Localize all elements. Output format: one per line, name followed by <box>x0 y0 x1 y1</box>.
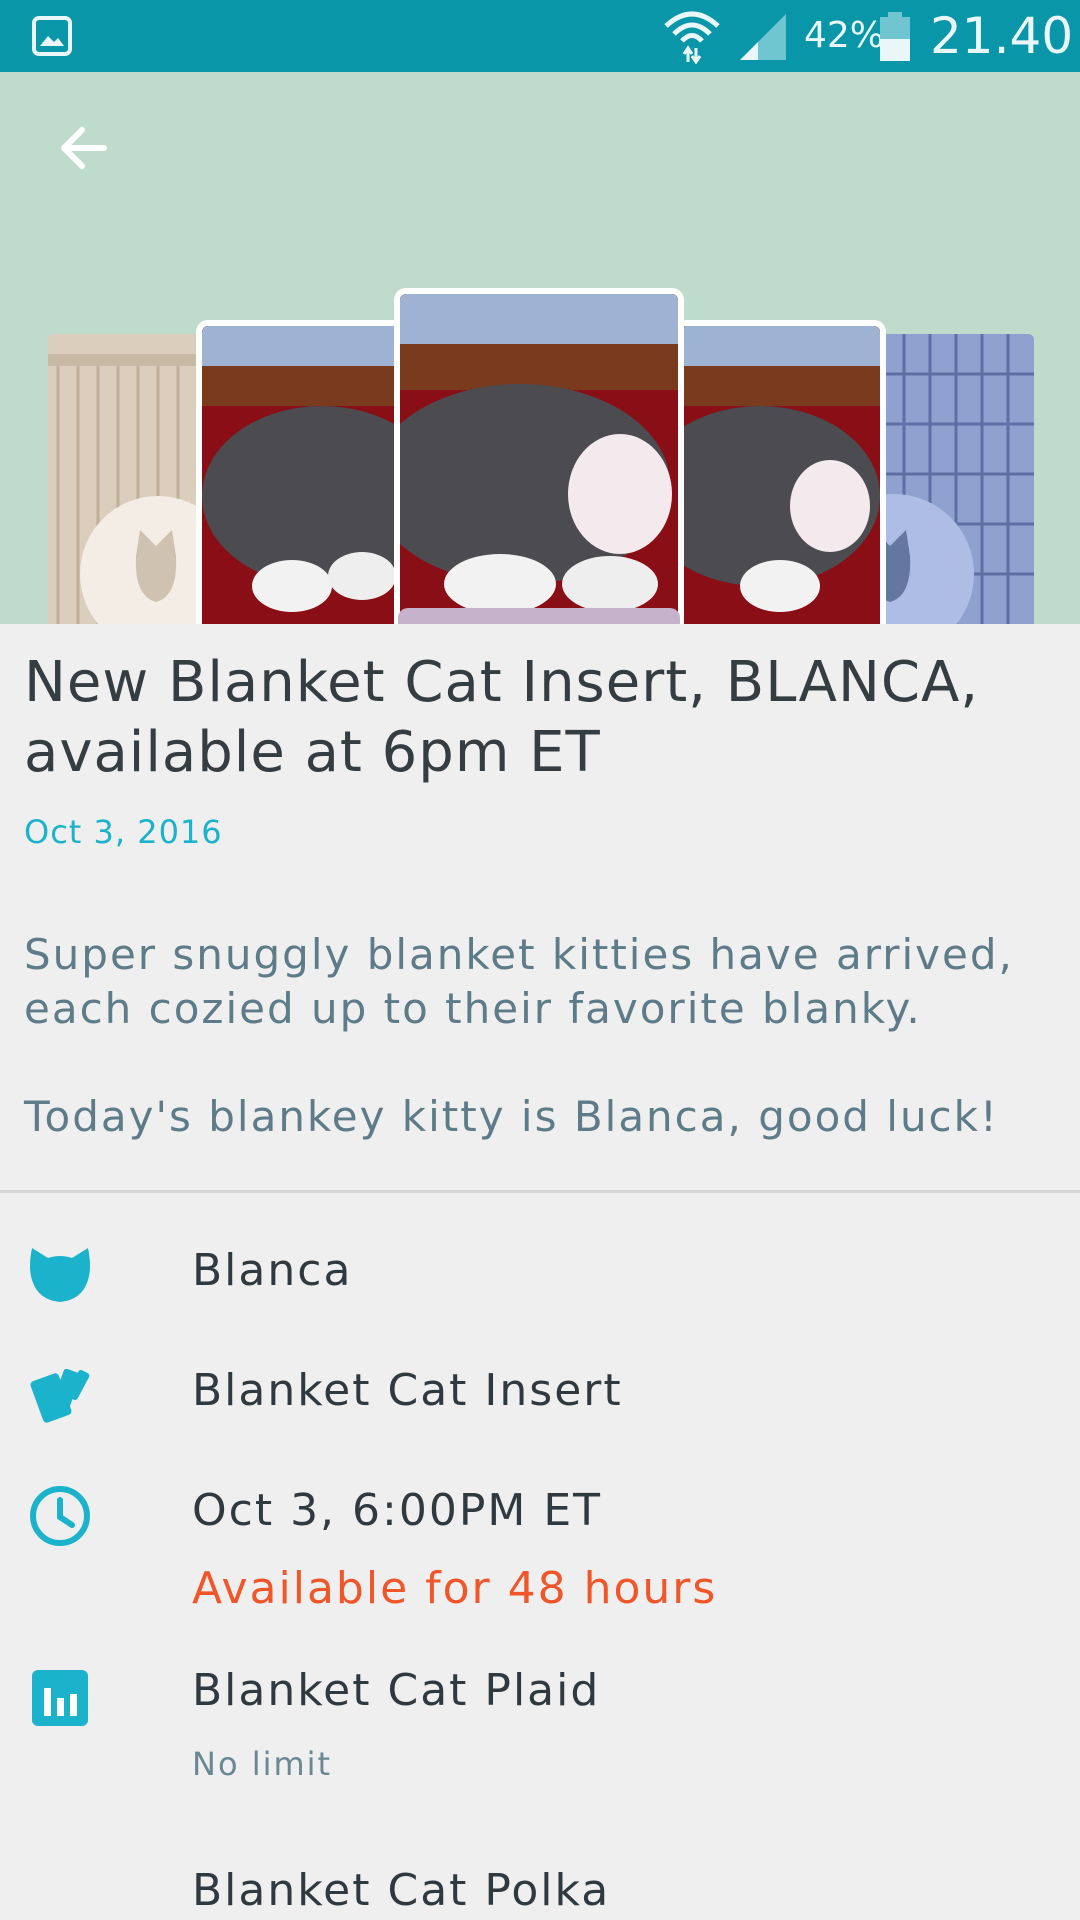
gallery-icon <box>32 16 72 56</box>
plaid-limit: No limit <box>192 1745 333 1783</box>
plaid-name: Blanket Cat Plaid <box>192 1665 601 1716</box>
polka-name: Blanket Cat Polka <box>192 1865 611 1916</box>
product-card-blue <box>864 334 1034 624</box>
cat-photo-image-center <box>400 294 678 624</box>
knit-pattern-image <box>48 334 220 624</box>
item-type: Blanket Cat Insert <box>192 1365 623 1416</box>
post-description: Super snuggly blanket kitties have arriv… <box>24 930 1014 1033</box>
back-arrow-icon[interactable] <box>48 112 120 184</box>
knit-pattern-image-blue <box>864 334 1034 624</box>
product-card-beige <box>48 334 220 624</box>
header-hero <box>0 72 1080 624</box>
cat-icon <box>30 1248 90 1302</box>
divider <box>0 1190 1080 1193</box>
post-description-2: Today's blankey kitty is Blanca, good lu… <box>24 1092 999 1141</box>
cat-photo-image-right <box>680 326 880 624</box>
cat-photo-image <box>202 326 400 624</box>
clock-icon <box>30 1486 90 1546</box>
clock: 21.40 <box>930 7 1074 65</box>
post-date: Oct 3, 2016 <box>24 813 223 851</box>
status-bar: 42% 21.40 <box>0 0 1080 72</box>
wifi-icon <box>664 11 720 64</box>
availability-text: Available for 48 hours <box>192 1563 718 1614</box>
signal-icon <box>740 14 786 60</box>
battery-percent: 42% <box>804 15 885 56</box>
center-card-tab <box>398 608 680 624</box>
screen: 42% 21.40 New Blanket Cat Insert, BLANCA… <box>0 0 1080 1920</box>
product-photo-right <box>674 320 886 624</box>
cat-name: Blanca <box>192 1245 353 1296</box>
post-title: New Blanket Cat Insert, BLANCA, availabl… <box>24 650 980 785</box>
product-photo-center[interactable] <box>394 288 684 624</box>
battery-icon <box>880 12 910 61</box>
stats-icon <box>32 1670 88 1726</box>
cards-icon <box>30 1368 90 1423</box>
product-photo-left <box>196 320 406 624</box>
release-time: Oct 3, 6:00PM ET <box>192 1485 602 1536</box>
